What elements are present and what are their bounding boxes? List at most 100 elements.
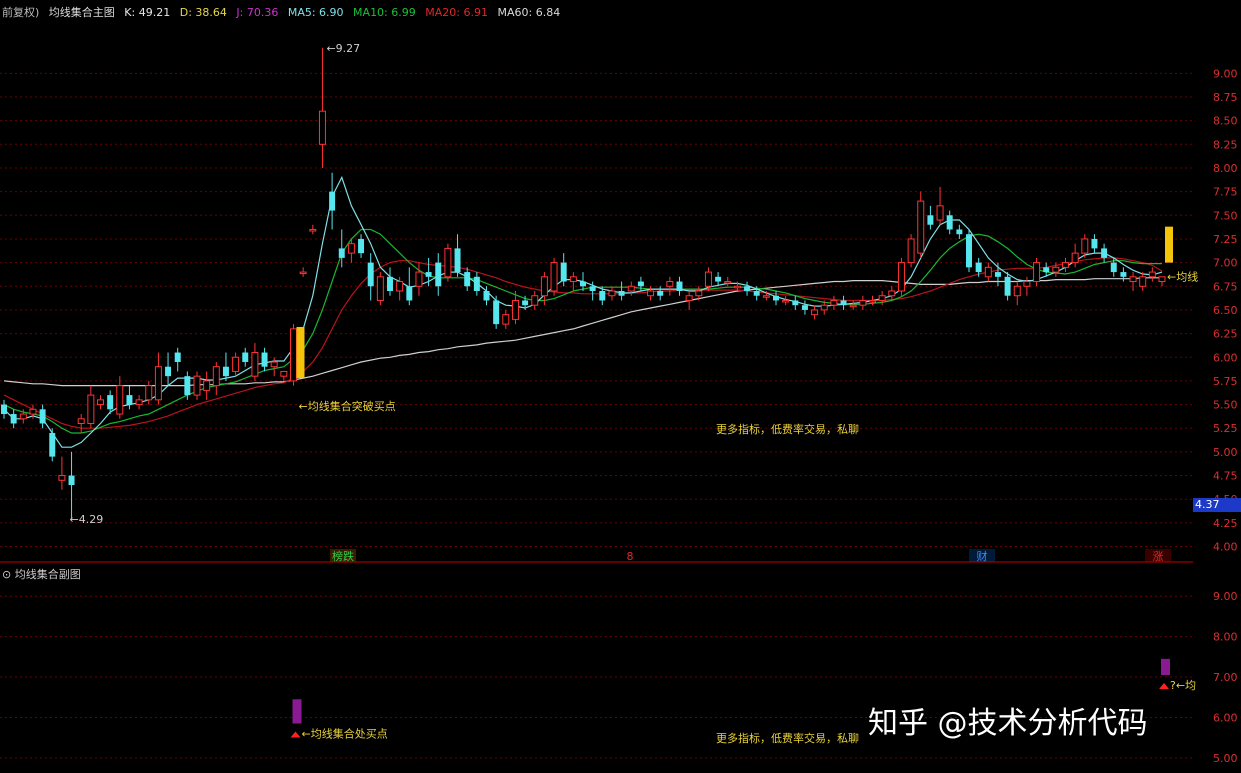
candle-body [338,248,345,258]
d-value: D: 38.64 [179,6,227,19]
candle-body [589,286,596,291]
candle-body [232,356,240,372]
candle-body [859,299,867,306]
candle-body [820,304,828,311]
candle [444,243,452,282]
candle-body [878,295,886,301]
high-annotation: ←9.27 [326,42,360,55]
sub-chart-title[interactable]: 均线集合副图 [15,568,81,581]
candle [550,257,558,296]
candle-body [1071,252,1079,264]
candle-body [1158,276,1166,283]
y-tick-label: 6.50 [1213,304,1238,317]
main-chart-title[interactable]: 均线集合主图 [49,6,115,19]
candle-body [897,262,905,292]
candle-body [270,361,278,368]
sub-y-tick-label: 9.00 [1213,590,1238,603]
signal-bar [296,326,305,379]
signal-label: ←均线集合突破买点 [299,399,396,413]
candle-body [608,290,616,297]
candle [493,295,500,329]
chart-prefix: 前复权) [2,6,40,19]
candle-body [145,385,153,401]
candle-body [49,432,56,457]
candle-body [1043,267,1050,273]
candle-body [454,248,461,273]
candle-body [715,276,722,282]
candle-body [984,266,992,278]
candle-body [261,352,268,367]
y-tick-label: 5.25 [1213,422,1238,435]
candle-body [358,238,365,254]
candle-body [39,409,46,424]
y-tick-label: 5.50 [1213,399,1238,412]
candle-body [387,276,393,291]
candle-body [367,262,374,287]
candle-body [540,276,548,297]
candle-body [1004,276,1011,296]
j-value: J: 70.36 [236,6,279,19]
candle-body [290,328,297,382]
y-tick-label: 8.25 [1213,138,1238,151]
candle [193,371,201,400]
candle-body [618,291,625,296]
candle-body [193,375,201,396]
candle-body [724,281,732,284]
candle [966,229,972,273]
ma5-value: MA5: 6.90 [287,6,344,19]
candle-body [627,285,635,292]
candle-body [569,276,577,283]
candle-body [762,295,770,298]
candle-body [77,418,85,424]
candle-body [473,276,480,291]
y-tick-label: 7.75 [1213,186,1238,199]
watermark: 知乎 @技术分析代码 [868,706,1148,741]
candle-body [154,366,162,401]
candle-body [1091,238,1098,249]
candle-body [936,205,944,221]
candle-body [1062,262,1069,268]
candle-body [203,380,211,391]
candle-body [1120,272,1127,277]
candle-body [318,110,326,145]
candle-body [347,243,355,254]
candle-body [704,271,712,287]
candle-body [135,399,143,406]
y-tick-label: 6.25 [1213,328,1238,341]
candle-body [280,370,288,377]
candle-body [830,299,838,306]
candle-body [956,229,963,235]
y-tick-label: 8.50 [1213,115,1238,128]
candle [376,272,384,306]
candle-body [917,200,925,254]
y-tick-label: 5.00 [1213,446,1238,459]
collapse-icon[interactable]: ⊙ [2,568,11,581]
signal-bar [1165,226,1173,263]
candle-body [464,272,471,287]
candle [907,234,915,268]
candle-body [19,413,27,420]
candle-body [299,271,307,275]
sub-signal-label: ←均线集合处买点 [302,727,388,741]
candle-body [580,281,586,287]
candle-body [58,475,66,481]
ma10-value: MA10: 6.99 [353,6,416,19]
candle-body [435,262,442,287]
candle-body [666,281,674,287]
candle-body [927,215,934,225]
candle-body [1013,285,1021,297]
candle [897,257,905,296]
candle-body [165,366,172,377]
sub-promo-text: 更多指标，低费率交易，私聊 [716,731,859,745]
y-tick-label: 7.50 [1213,209,1238,222]
candle [290,324,297,386]
ma60-value: MA60: 6.84 [497,6,561,19]
candle-body [444,247,452,278]
candle-body [753,291,760,296]
candle-body [502,314,510,325]
candle-body [975,262,982,273]
sub-signal-bar [292,699,302,724]
candle-body [493,300,500,325]
candle-body [425,272,432,277]
kline-chart: 9.00 8.75 8.50 8.25 8.00 7.75 7.50 7.25 7.00 6.75… [0,0,1241,773]
